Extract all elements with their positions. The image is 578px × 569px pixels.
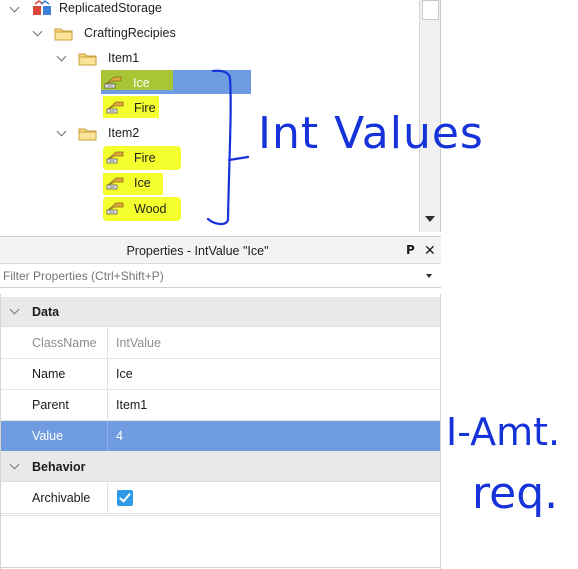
chevron-down-icon[interactable] (9, 304, 20, 315)
property-name: ClassName (1, 328, 108, 358)
tree-item-item1[interactable]: Item1 (108, 51, 139, 65)
folder-icon (54, 28, 73, 41)
property-value[interactable]: 4 (116, 429, 123, 443)
scroll-thumb[interactable] (422, 0, 439, 20)
tree-item-craftingrecipies[interactable]: CraftingRecipies (84, 26, 176, 40)
property-row-value[interactable]: Value 4 (1, 421, 440, 452)
close-icon[interactable]: ✕ (424, 242, 436, 259)
annotation-int-values: Int Values (258, 108, 484, 159)
property-row-classname: ClassName IntValue (1, 328, 440, 359)
folder-icon (78, 53, 97, 66)
properties-header: Properties - IntValue "Ice" 𝗣 ✕ (0, 236, 441, 264)
tree-item-replicatedstorage[interactable]: ReplicatedStorage (59, 1, 162, 15)
group-label: Data (32, 305, 60, 319)
replicated-storage-icon (33, 0, 51, 15)
intvalue-icon (104, 76, 122, 89)
property-value[interactable]: Ice (116, 367, 133, 381)
intvalue-icon (106, 101, 124, 114)
divider (1, 515, 440, 516)
property-name: Name (1, 359, 108, 389)
archivable-checkbox[interactable] (117, 490, 133, 506)
chevron-down-icon[interactable] (9, 2, 20, 13)
annotation-amount-line2: req. (472, 468, 559, 519)
filter-properties-input[interactable] (0, 264, 415, 287)
tree-item-wood[interactable]: Wood (134, 202, 166, 216)
dock-icon[interactable]: 𝗣 (406, 243, 415, 257)
panel-bottom-border (1, 567, 440, 568)
intvalue-icon (106, 202, 124, 215)
properties-grid: Data ClassName IntValue Name Ice Parent … (0, 294, 441, 569)
chevron-down-icon[interactable] (426, 274, 432, 278)
tree-item-fire[interactable]: Fire (134, 151, 156, 165)
group-behavior[interactable]: Behavior (1, 452, 440, 482)
filter-bar (0, 264, 441, 288)
scroll-down-arrow-icon[interactable] (425, 216, 435, 222)
chevron-down-icon[interactable] (9, 459, 20, 470)
property-value[interactable]: Item1 (116, 398, 147, 412)
property-row-archivable[interactable]: Archivable (1, 483, 440, 514)
folder-icon (78, 128, 97, 141)
chevron-down-icon[interactable] (56, 126, 67, 137)
tree-item-fire[interactable]: Fire (134, 101, 156, 115)
tree-item-item2[interactable]: Item2 (108, 126, 139, 140)
property-name: Value (1, 421, 108, 451)
intvalue-icon (106, 151, 124, 164)
properties-title: Properties - IntValue "Ice" (126, 244, 269, 258)
property-row-parent[interactable]: Parent Item1 (1, 390, 440, 421)
chevron-down-icon[interactable] (32, 26, 43, 37)
annotation-amount-line1: I-Amt. (446, 410, 561, 454)
group-label: Behavior (32, 460, 86, 474)
property-row-name[interactable]: Name Ice (1, 359, 440, 390)
chevron-down-icon[interactable] (56, 51, 67, 62)
intvalue-icon (106, 177, 124, 190)
tree-item-ice[interactable]: Ice (133, 76, 150, 90)
property-value: IntValue (116, 336, 161, 350)
property-name: Archivable (1, 483, 108, 513)
property-name: Parent (1, 390, 108, 420)
tree-item-ice[interactable]: Ice (134, 176, 151, 190)
group-data[interactable]: Data (1, 297, 440, 327)
